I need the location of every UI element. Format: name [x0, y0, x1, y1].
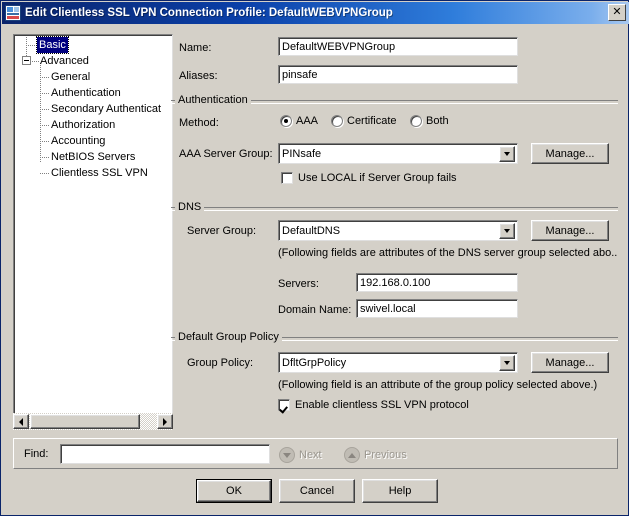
find-previous-button[interactable]: Previous [344, 447, 407, 463]
find-label: Find: [24, 448, 49, 460]
tree-item-label: Authorization [51, 119, 116, 131]
dns-servers-input[interactable]: 192.168.0.100 [356, 273, 518, 292]
group-policy-caption: Default Group Policy [175, 331, 282, 343]
dns-group-caption: DNS [175, 201, 205, 213]
aaa-server-group-label: AAA Server Group: [179, 148, 273, 160]
tree-item-label: Accounting [51, 135, 106, 147]
chevron-up-icon [344, 447, 360, 463]
tree-item-label: NetBIOS Servers [51, 151, 136, 163]
enable-clientless-ssl-vpn-checkbox[interactable]: Enable clientless SSL VPN protocol [278, 399, 469, 411]
dialog-window: Edit Clientless SSL VPN Connection Profi… [0, 0, 629, 516]
tree-line [40, 173, 50, 174]
find-input[interactable] [60, 444, 270, 464]
tree-item-advanced[interactable]: Advanced [14, 53, 172, 69]
tree-item-basic[interactable]: Basic [14, 36, 172, 54]
dns-domain-input[interactable]: swivel.local [356, 299, 518, 318]
chevron-down-icon[interactable] [499, 354, 515, 371]
group-policy-label: Group Policy: [187, 357, 254, 369]
tree-item-authentication[interactable]: Authentication [14, 85, 172, 101]
tree-line [40, 93, 50, 94]
cancel-button[interactable]: Cancel [279, 479, 355, 503]
aliases-label: Aliases: [179, 70, 218, 82]
chevron-down-icon[interactable] [499, 222, 515, 239]
checkbox-indicator [281, 172, 293, 184]
manage-group-policy-button[interactable]: Manage... [531, 352, 609, 373]
dns-server-group-label: Server Group: [187, 225, 257, 237]
radio-label: Certificate [347, 115, 397, 127]
scroll-left-icon[interactable] [13, 414, 29, 429]
aaa-server-group-value: PINsafe [282, 147, 322, 160]
find-previous-label: Previous [364, 449, 407, 461]
aaa-server-group-select[interactable]: PINsafe [278, 143, 518, 164]
tree-line [40, 109, 50, 110]
manage-dns-button[interactable]: Manage... [531, 220, 609, 241]
dns-server-group-value: DefaultDNS [282, 224, 341, 237]
close-icon[interactable]: ✕ [608, 4, 626, 21]
tree-item-label: Clientless SSL VPN [51, 167, 148, 179]
collapse-expander-icon[interactable] [22, 56, 31, 65]
group-policy-note: (Following field is an attribute of the … [278, 379, 598, 391]
use-local-label: Use LOCAL if Server Group fails [298, 172, 457, 184]
navigation-tree[interactable]: Basic Advanced General Authentication Se… [13, 34, 173, 430]
tree-item-authorization[interactable]: Authorization [14, 117, 172, 133]
name-input[interactable]: DefaultWEBVPNGroup [278, 37, 518, 56]
tree-item-label: Advanced [40, 55, 89, 67]
dns-server-group-select[interactable]: DefaultDNS [278, 220, 518, 241]
tree-item-general[interactable]: General [14, 69, 172, 85]
aliases-input[interactable]: pinsafe [278, 65, 518, 84]
tree-item-label: General [51, 71, 91, 83]
chevron-down-icon[interactable] [499, 145, 515, 162]
radio-aaa[interactable]: AAA [280, 115, 318, 127]
find-next-button[interactable]: Next [279, 447, 322, 463]
use-local-checkbox[interactable]: Use LOCAL if Server Group fails [281, 172, 457, 184]
ok-button[interactable]: OK [196, 479, 272, 503]
help-button[interactable]: Help [362, 479, 438, 503]
checkbox-indicator [278, 399, 290, 411]
tree-item-label: Secondary Authenticat [51, 103, 162, 115]
tree-item-clientless-ssl-vpn[interactable]: Clientless SSL VPN [14, 165, 172, 181]
group-policy-select[interactable]: DfltGrpPolicy [278, 352, 518, 373]
title-bar: Edit Clientless SSL VPN Connection Profi… [2, 2, 629, 24]
method-label: Method: [179, 117, 219, 129]
radio-both[interactable]: Both [410, 115, 449, 127]
find-next-label: Next [299, 449, 322, 461]
manage-aaa-button[interactable]: Manage... [531, 143, 609, 164]
group-policy-value: DfltGrpPolicy [282, 356, 347, 369]
window-profile-icon [5, 5, 21, 21]
enable-clientless-label: Enable clientless SSL VPN protocol [295, 399, 469, 411]
radio-label: AAA [296, 115, 319, 127]
ok-button-label: OK [197, 480, 271, 502]
dns-note: (Following fields are attributes of the … [278, 247, 618, 259]
chevron-down-icon [279, 447, 295, 463]
find-bar: Find: Next Previous [13, 438, 618, 469]
tree-horizontal-scrollbar[interactable] [13, 413, 173, 430]
tree-line [40, 77, 50, 78]
tree-line [40, 157, 50, 158]
authentication-group-caption: Authentication [175, 94, 251, 106]
radio-indicator [280, 115, 292, 127]
window-title: Edit Clientless SSL VPN Connection Profi… [25, 7, 393, 19]
dns-servers-label: Servers: [278, 278, 319, 290]
tree-line [26, 45, 36, 46]
tree-item-label: Authentication [51, 87, 121, 99]
tree-line [40, 125, 50, 126]
radio-certificate[interactable]: Certificate [331, 115, 397, 127]
tree-node-list: Basic Advanced General Authentication Se… [14, 36, 172, 181]
dns-domain-label: Domain Name: [278, 304, 352, 316]
radio-indicator [331, 115, 343, 127]
scrollbar-thumb[interactable] [30, 414, 140, 429]
tree-line [40, 141, 50, 142]
tree-line [32, 61, 40, 62]
radio-indicator [410, 115, 422, 127]
tree-item-label: Basic [36, 36, 69, 54]
scrollbar-track[interactable] [140, 414, 157, 429]
tree-item-secondary-authentication[interactable]: Secondary Authenticat [14, 101, 172, 117]
tree-item-netbios-servers[interactable]: NetBIOS Servers [14, 149, 172, 165]
radio-label: Both [426, 115, 449, 127]
name-label: Name: [179, 42, 212, 54]
tree-item-accounting[interactable]: Accounting [14, 133, 172, 149]
